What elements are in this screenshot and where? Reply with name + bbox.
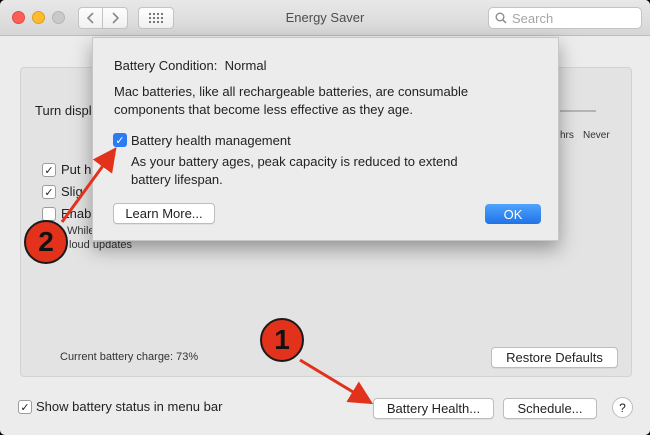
battery-condition-label: Battery Condition: bbox=[114, 58, 218, 73]
slider-tick-hrs: hrs bbox=[560, 130, 574, 141]
checkmark-icon: ✓ bbox=[20, 401, 30, 414]
checkmark-icon: ✓ bbox=[44, 186, 54, 199]
battery-health-management-checkbox[interactable]: ✓ bbox=[113, 133, 127, 147]
slider-tick-never: Never bbox=[583, 130, 610, 141]
battery-health-management-label: Battery health management bbox=[131, 133, 291, 148]
current-battery-charge: Current battery charge: 73% bbox=[60, 351, 199, 363]
option-slightly-dim-label: Slig bbox=[61, 184, 83, 199]
option-put-hard-disks-checkbox[interactable]: ✓ bbox=[42, 163, 56, 177]
ok-button[interactable]: OK bbox=[485, 204, 541, 224]
power-nap-note: While bbox=[67, 225, 95, 237]
option-enable-power-nap-label: Enab bbox=[61, 206, 92, 221]
show-battery-status-checkbox[interactable]: ✓ bbox=[18, 400, 32, 414]
battery-condition-value: Normal bbox=[224, 58, 267, 73]
display-sleep-slider-track[interactable] bbox=[560, 110, 596, 112]
learn-more-button[interactable]: Learn More... bbox=[113, 203, 215, 224]
help-button[interactable]: ? bbox=[612, 397, 633, 418]
option-enable-power-nap-checkbox[interactable] bbox=[42, 207, 56, 221]
schedule-button[interactable]: Schedule... bbox=[503, 398, 597, 419]
energy-saver-window: Energy Saver Search Turn displ hrs Never… bbox=[0, 0, 650, 435]
annotation-badge-2: 2 bbox=[24, 220, 68, 264]
annotation-badge-1: 1 bbox=[260, 318, 304, 362]
battery-description: Mac batteries, like all rechargeable bat… bbox=[114, 84, 469, 117]
search-icon bbox=[495, 12, 507, 24]
turn-display-off-label: Turn displ bbox=[35, 103, 92, 118]
checkmark-icon: ✓ bbox=[44, 164, 54, 177]
title-bar: Energy Saver Search bbox=[0, 0, 650, 36]
battery-health-button[interactable]: Battery Health... bbox=[373, 398, 494, 419]
show-battery-status-label: Show battery status in menu bar bbox=[36, 399, 223, 414]
option-put-hard-disks-label: Put h bbox=[61, 162, 92, 177]
search-input[interactable]: Search bbox=[488, 7, 642, 29]
restore-defaults-button[interactable]: Restore Defaults bbox=[491, 347, 618, 368]
battery-health-sheet: Battery Condition: Normal Mac batteries,… bbox=[92, 37, 559, 241]
checkmark-icon: ✓ bbox=[115, 134, 125, 147]
battery-health-management-description: As your battery ages, peak capacity is r… bbox=[131, 154, 458, 187]
battery-condition: Battery Condition: Normal bbox=[114, 58, 266, 73]
search-placeholder: Search bbox=[512, 10, 554, 26]
option-slightly-dim-checkbox[interactable]: ✓ bbox=[42, 185, 56, 199]
